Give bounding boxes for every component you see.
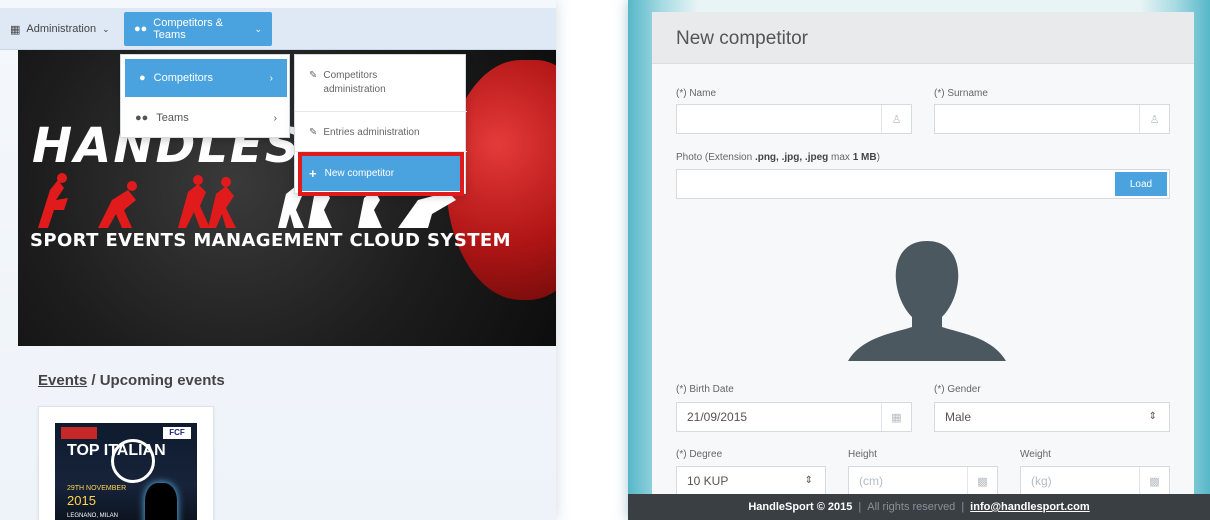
upcoming-events-title: Upcoming events (99, 372, 225, 389)
poster-year: 2015 (67, 493, 96, 508)
poster-title: TOP ITALIAN (67, 442, 166, 459)
select-arrows-icon: ⇕ (1148, 411, 1157, 422)
height-label: Height (848, 449, 877, 460)
events-breadcrumb: Events / Upcoming events (38, 372, 225, 389)
users-icon: ●● (135, 112, 149, 124)
user-icon: ♙ (881, 105, 911, 133)
breadcrumb-separator: / (87, 372, 100, 389)
poster-city: LEGNANO, MILAN (67, 513, 119, 519)
degree-value: 10 KUP (687, 474, 729, 488)
page-footer: HandleSport © 2015 | All rights reserved… (628, 494, 1210, 520)
menu-divider (295, 111, 467, 112)
form-header: New competitor (652, 12, 1194, 64)
name-input[interactable]: ♙ (676, 104, 912, 134)
calendar-icon[interactable]: ▦ (881, 403, 911, 431)
surname-input[interactable]: ♙ (934, 104, 1170, 134)
users-icon: ●● (134, 23, 148, 35)
top-navbar: ▦ Administration ⌄ ●● Competitors & Team… (0, 8, 556, 50)
nav-competitors-teams-label: Competitors & Teams (153, 17, 223, 41)
nav-administration-label: Administration (26, 23, 97, 35)
photo-file-input[interactable]: Load (676, 169, 1170, 199)
menu-item-competitors-administration-label: Competitors administration (323, 70, 386, 95)
chevron-right-icon: › (269, 72, 273, 84)
menu-item-teams[interactable]: ●● Teams › (121, 99, 291, 137)
user-icon: ♙ (1139, 105, 1169, 133)
hero-tagline: SPORT EVENTS MANAGEMENT CLOUD SYSTEM (30, 230, 511, 251)
chart-icon: ▩ (967, 467, 997, 495)
footer-separator: | (858, 501, 862, 513)
birth-date-label: (*) Birth Date (676, 384, 734, 395)
edit-icon: ✎ (309, 70, 318, 81)
left-screenshot-panel: ▦ Administration ⌄ ●● Competitors & Team… (0, 0, 556, 520)
height-input[interactable]: (cm) ▩ (848, 466, 998, 496)
footer-separator: | (961, 501, 965, 513)
weight-input[interactable]: (kg) ▩ (1020, 466, 1170, 496)
table-icon: ▦ (10, 23, 21, 36)
competitors-teams-dropdown: ● Competitors › ●● Teams › (120, 54, 290, 138)
birth-date-input[interactable]: 21/09/2015 ▦ (676, 402, 912, 432)
event-card[interactable]: FCF TOP ITALIAN 29TH NOVEMBER 2015 LEGNA… (38, 406, 214, 520)
menu-item-teams-label: Teams (156, 112, 189, 124)
highlight-box (298, 152, 464, 196)
footer-email-link[interactable]: info@handlesport.com (970, 501, 1090, 513)
nav-competitors-teams[interactable]: ●● Competitors & Teams ⌄ (124, 12, 272, 46)
photo-label: Photo (Extension .png, .jpg, .jpeg max 1… (676, 152, 880, 163)
gender-label: (*) Gender (934, 384, 981, 395)
degree-label: (*) Degree (676, 449, 723, 460)
name-label: (*) Name (676, 88, 717, 99)
select-arrows-icon: ⇕ (804, 475, 813, 486)
chevron-down-icon: ⌄ (102, 23, 110, 34)
poster-date: 29TH NOVEMBER (67, 485, 127, 492)
chevron-down-icon: ⌄ (254, 23, 262, 34)
poster-fcf-badge: FCF (163, 427, 191, 439)
chevron-right-icon: › (273, 112, 277, 124)
menu-item-entries-administration-label: Entries administration (323, 127, 420, 138)
weight-label: Weight (1020, 449, 1051, 460)
menu-item-competitors[interactable]: ● Competitors › (125, 59, 287, 97)
gender-select[interactable]: Male ⇕ (934, 402, 1170, 432)
edit-icon: ✎ (309, 127, 318, 138)
degree-select[interactable]: 10 KUP ⇕ (676, 466, 826, 496)
avatar-placeholder-icon (848, 241, 1006, 361)
birth-date-value: 21/09/2015 (687, 410, 748, 424)
form-title: New competitor (676, 28, 808, 49)
poster-top-badge (61, 427, 97, 439)
menu-item-competitors-label: Competitors (153, 72, 213, 84)
menu-item-entries-administration[interactable]: ✎ Entries administration (295, 126, 467, 140)
nav-administration[interactable]: ▦ Administration ⌄ (0, 8, 118, 50)
events-link[interactable]: Events (38, 372, 87, 389)
chart-icon: ▩ (1139, 467, 1169, 495)
height-placeholder: (cm) (859, 474, 883, 488)
new-competitor-form: New competitor (*) Name ♙ (*) Surname ♙ … (652, 12, 1194, 496)
gender-value: Male (945, 410, 972, 424)
load-button[interactable]: Load (1115, 172, 1167, 196)
footer-rights: All rights reserved (867, 501, 956, 513)
event-poster-image: FCF TOP ITALIAN 29TH NOVEMBER 2015 LEGNA… (55, 423, 197, 520)
poster-fighter-figure (145, 483, 177, 520)
weight-placeholder: (kg) (1031, 474, 1052, 488)
user-icon: ● (139, 72, 146, 84)
surname-label: (*) Surname (934, 88, 988, 99)
footer-brand: HandleSport © 2015 (748, 501, 853, 513)
menu-item-competitors-administration[interactable]: ✎ Competitors administration (295, 69, 455, 97)
